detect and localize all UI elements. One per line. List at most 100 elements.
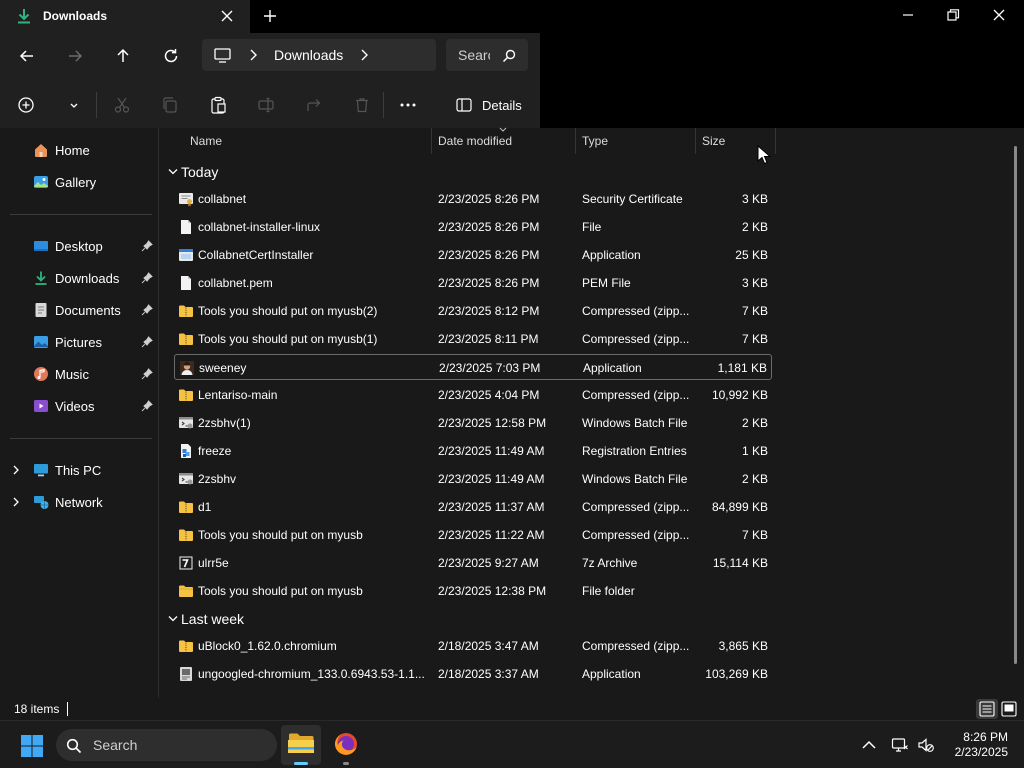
sidebar-item-downloads[interactable]: Downloads bbox=[0, 264, 158, 292]
group-header-last-week[interactable]: Last week bbox=[160, 607, 580, 631]
network-status-icon[interactable] bbox=[891, 736, 909, 754]
chevron-down-icon[interactable] bbox=[168, 615, 178, 623]
cut-icon[interactable] bbox=[113, 96, 131, 114]
up-icon[interactable] bbox=[113, 46, 133, 66]
file-explorer-taskbar-button[interactable] bbox=[281, 725, 321, 765]
file-row[interactable]: Tools you should put on myusb 2/23/2025 … bbox=[174, 522, 772, 548]
file-row[interactable]: CollabnetCertInstaller 2/23/2025 8:26 PM… bbox=[174, 242, 772, 268]
windows-start-icon[interactable] bbox=[20, 734, 44, 758]
column-header-name[interactable]: Name bbox=[190, 134, 222, 148]
sidebar-item-desktop[interactable]: Desktop bbox=[0, 232, 158, 260]
file-row[interactable]: collabnet-installer-linux 2/23/2025 8:26… bbox=[174, 214, 772, 240]
minimize-icon[interactable] bbox=[897, 5, 919, 25]
file-row[interactable]: d1 2/23/2025 11:37 AM Compressed (zipp..… bbox=[174, 494, 772, 520]
sidebar-item-music[interactable]: Music bbox=[0, 360, 158, 388]
column-header-size[interactable]: Size bbox=[702, 134, 725, 148]
chevron-right-icon[interactable] bbox=[359, 49, 369, 61]
file-row[interactable]: Lentariso-main 2/23/2025 4:04 PM Compres… bbox=[174, 382, 772, 408]
sidebar-item-documents[interactable]: Documents bbox=[0, 296, 158, 324]
file-row[interactable]: uBlock0_1.62.0.chromium 2/18/2025 3:47 A… bbox=[174, 633, 772, 659]
sidebar-item-gallery[interactable]: Gallery bbox=[0, 168, 158, 196]
volume-muted-icon[interactable] bbox=[917, 736, 935, 754]
chevron-up-icon[interactable] bbox=[860, 736, 878, 754]
chevron-right-icon[interactable] bbox=[248, 49, 258, 61]
pane-divider[interactable] bbox=[158, 128, 159, 698]
file-row[interactable]: collabnet 2/23/2025 8:26 PM Security Cer… bbox=[174, 186, 772, 212]
sidebar-item-videos[interactable]: Videos bbox=[0, 392, 158, 420]
file-row[interactable]: Tools you should put on myusb 2/23/2025 … bbox=[174, 578, 772, 604]
close-tab-icon[interactable] bbox=[219, 8, 235, 24]
file-date-modified: 2/23/2025 8:26 PM bbox=[438, 276, 540, 290]
sidebar-item-pictures[interactable]: Pictures bbox=[0, 328, 158, 356]
file-name: ulrr5e bbox=[198, 556, 229, 570]
navigation-pane: Home Gallery Desktop Downloads Documents… bbox=[0, 128, 158, 698]
file-row-selected[interactable]: sweeney 2/23/2025 7:03 PM Application 1,… bbox=[174, 354, 772, 380]
breadcrumb-downloads[interactable]: Downloads bbox=[274, 47, 343, 63]
file-row[interactable]: 2zsbhv(1) 2/23/2025 12:58 PM Windows Bat… bbox=[174, 410, 772, 436]
sidebar-item-label: Videos bbox=[55, 399, 95, 414]
file-row[interactable]: ulrr5e 2/23/2025 9:27 AM 7z Archive 15,1… bbox=[174, 550, 772, 576]
chevron-right-icon[interactable] bbox=[11, 465, 21, 475]
delete-icon[interactable] bbox=[353, 96, 371, 114]
pin-icon[interactable] bbox=[141, 336, 153, 348]
chevron-right-icon[interactable] bbox=[11, 497, 21, 507]
details-view-button[interactable] bbox=[976, 699, 998, 719]
sidebar-item-home[interactable]: Home bbox=[0, 136, 158, 164]
taskbar-clock[interactable]: 8:26 PM 2/23/2025 bbox=[946, 730, 1008, 760]
file-size: 7 KB bbox=[741, 528, 768, 542]
file-size: 84,899 KB bbox=[711, 500, 768, 514]
pin-icon[interactable] bbox=[141, 368, 153, 380]
new-icon[interactable] bbox=[17, 96, 35, 114]
chevron-down-icon[interactable] bbox=[67, 96, 81, 114]
file-row[interactable]: Tools you should put on myusb(2) 2/23/20… bbox=[174, 298, 772, 324]
column-divider[interactable] bbox=[431, 128, 432, 154]
file-row[interactable]: ungoogled-chromium_133.0.6943.53-1.1... … bbox=[174, 661, 772, 687]
group-header-today[interactable]: Today bbox=[160, 160, 580, 184]
restore-icon[interactable] bbox=[942, 5, 964, 25]
computer-icon[interactable] bbox=[214, 48, 231, 63]
tab-downloads[interactable]: Downloads bbox=[0, 0, 250, 33]
breadcrumb[interactable]: Downloads bbox=[202, 39, 436, 71]
pin-icon[interactable] bbox=[141, 400, 153, 412]
back-icon[interactable] bbox=[17, 46, 37, 66]
copy-icon[interactable] bbox=[161, 96, 179, 114]
file-row[interactable]: 2zsbhv 2/23/2025 11:49 AM Windows Batch … bbox=[174, 466, 772, 492]
batch-file-icon bbox=[179, 417, 193, 429]
vertical-scrollbar[interactable] bbox=[1014, 146, 1017, 664]
zip-folder-icon bbox=[179, 305, 193, 317]
search-icon[interactable] bbox=[502, 49, 516, 63]
item-count: 18 items bbox=[14, 702, 60, 716]
file-size: 2 KB bbox=[741, 472, 768, 486]
forward-icon[interactable] bbox=[65, 46, 85, 66]
column-header-date-modified[interactable]: Date modified bbox=[438, 134, 512, 148]
tiles-view-button[interactable] bbox=[999, 699, 1019, 719]
batch-file-icon bbox=[179, 473, 193, 485]
chevron-down-icon[interactable] bbox=[168, 168, 178, 176]
rename-icon[interactable] bbox=[257, 96, 275, 114]
details-button[interactable]: Details bbox=[450, 90, 530, 120]
pin-icon[interactable] bbox=[141, 272, 153, 284]
paste-icon[interactable] bbox=[209, 96, 227, 114]
file-name: Tools you should put on myusb(1) bbox=[198, 332, 378, 346]
search-input[interactable]: Search bbox=[446, 39, 528, 71]
pin-icon[interactable] bbox=[141, 304, 153, 316]
refresh-icon[interactable] bbox=[161, 46, 181, 66]
more-options-icon[interactable] bbox=[399, 96, 417, 114]
firefox-taskbar-button[interactable] bbox=[326, 725, 366, 765]
column-divider[interactable] bbox=[575, 128, 576, 154]
sidebar-item-network[interactable]: Network bbox=[0, 488, 158, 516]
new-tab-icon[interactable] bbox=[262, 8, 278, 24]
file-row[interactable]: Tools you should put on myusb(1) 2/23/20… bbox=[174, 326, 772, 352]
taskbar-search-label: Search bbox=[93, 737, 138, 753]
file-row[interactable]: collabnet.pem 2/23/2025 8:26 PM PEM File… bbox=[174, 270, 772, 296]
pin-icon[interactable] bbox=[141, 240, 153, 252]
close-window-icon[interactable] bbox=[988, 5, 1010, 25]
sidebar-item-this-pc[interactable]: This PC bbox=[0, 456, 158, 484]
file-row[interactable]: freeze 2/23/2025 11:49 AM Registration E… bbox=[174, 438, 772, 464]
column-divider[interactable] bbox=[695, 128, 696, 154]
share-icon[interactable] bbox=[305, 96, 323, 114]
column-divider[interactable] bbox=[775, 128, 776, 154]
zip-folder-icon bbox=[179, 501, 193, 513]
column-header-type[interactable]: Type bbox=[582, 134, 608, 148]
taskbar-search-box[interactable]: Search bbox=[56, 729, 277, 761]
